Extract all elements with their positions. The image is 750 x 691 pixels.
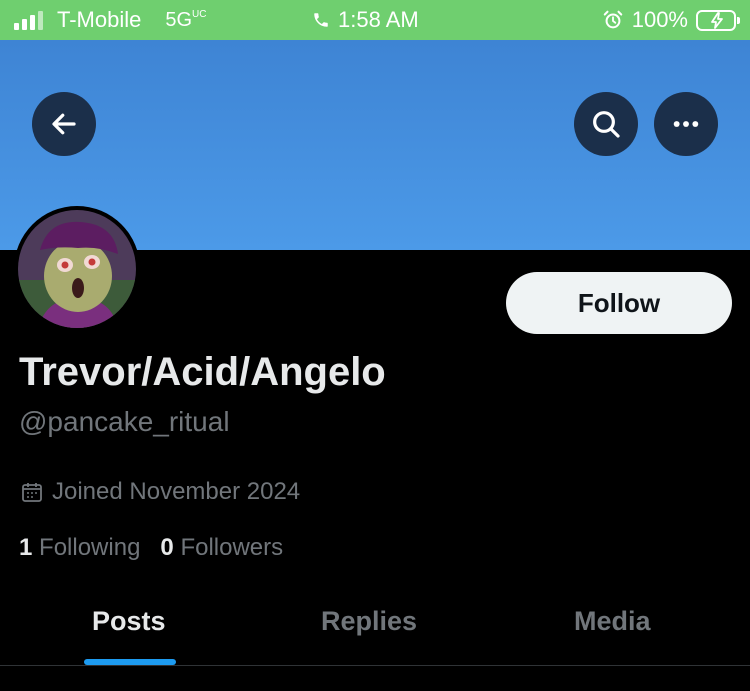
- joined-date: Joined November 2024: [20, 478, 300, 506]
- followers-count: 0: [160, 534, 174, 561]
- status-center: 1:58 AM: [312, 7, 419, 33]
- followers-label: Followers: [180, 534, 284, 561]
- followers-link[interactable]: 0 Followers: [160, 534, 283, 562]
- time-label: 1:58 AM: [338, 7, 419, 32]
- more-options-button[interactable]: [654, 92, 718, 156]
- active-tab-indicator: [84, 659, 176, 665]
- battery-icon: [696, 9, 740, 31]
- following-label: Following: [39, 534, 141, 561]
- search-button[interactable]: [574, 92, 638, 156]
- avatar-image: [18, 210, 136, 328]
- profile-tabs: Posts Replies Media: [0, 590, 750, 666]
- battery-percent: 100%: [631, 7, 688, 32]
- back-button[interactable]: [32, 92, 96, 156]
- follow-button[interactable]: Follow: [506, 272, 732, 334]
- tab-posts[interactable]: Posts: [92, 606, 166, 637]
- phone-icon: [314, 13, 328, 27]
- following-link[interactable]: 1 Following: [19, 534, 140, 562]
- user-handle: @pancake_ritual: [19, 406, 230, 437]
- status-bar: T-Mobile 5GUC 1:58 AM 100%: [0, 0, 750, 40]
- carrier-label: T-Mobile: [57, 7, 142, 32]
- joined-label: Joined November 2024: [52, 478, 301, 505]
- ellipsis-icon: [673, 121, 699, 127]
- calendar-icon: [22, 483, 42, 502]
- tab-media[interactable]: Media: [574, 606, 651, 637]
- status-right: 100%: [602, 7, 740, 33]
- profile-avatar[interactable]: [14, 206, 140, 332]
- following-count: 1: [19, 534, 33, 561]
- tab-replies[interactable]: Replies: [321, 606, 417, 637]
- follow-stats: 1 Following 0 Followers: [19, 534, 283, 562]
- search-icon: [593, 111, 620, 138]
- status-left: T-Mobile 5GUC: [14, 7, 207, 33]
- alarm-icon: [603, 10, 622, 29]
- signal-icon: [14, 10, 43, 30]
- network-label: 5GUC: [165, 8, 207, 31]
- network-sub-label: UC: [192, 8, 207, 20]
- arrow-left-icon: [52, 113, 76, 135]
- display-name: Trevor/Acid/Angelo: [19, 350, 386, 394]
